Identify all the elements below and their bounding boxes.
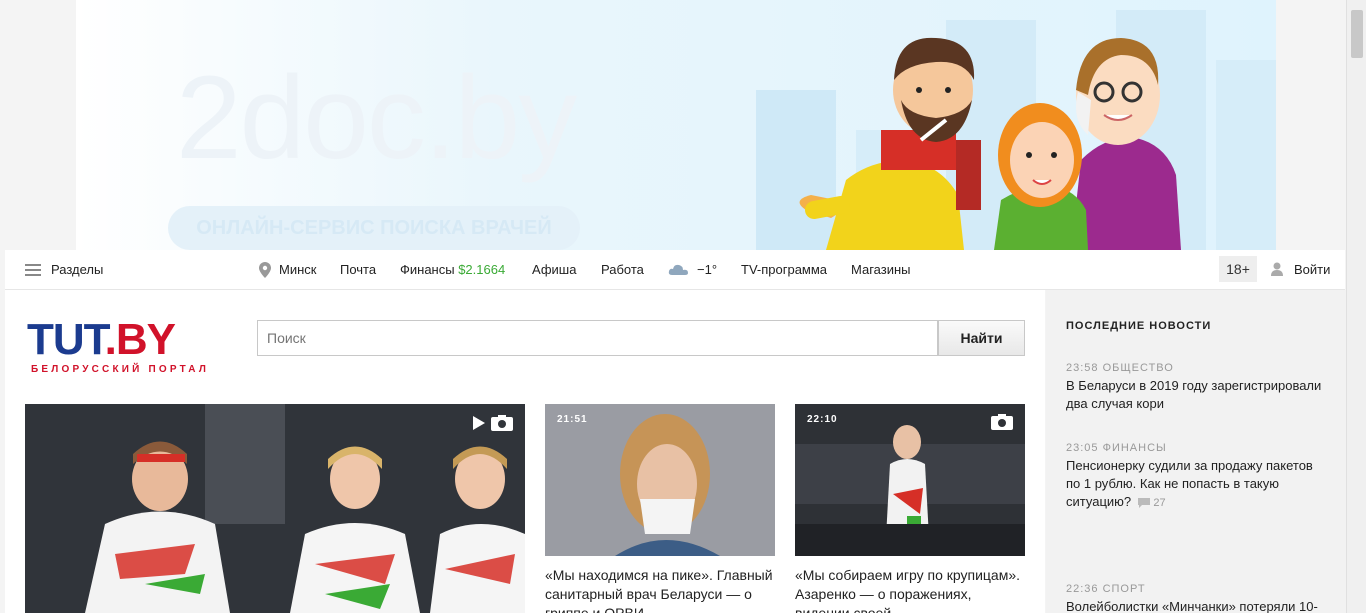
nav-mail[interactable]: Почта (340, 262, 376, 277)
comment-count: 27 (1153, 497, 1166, 509)
comment-icon (1137, 497, 1150, 508)
news-title-text: Пенсионерку судили за продажу пакетов по… (1066, 458, 1313, 509)
ad-banner[interactable]: 2doc.by ОНЛАЙН-СЕРВИС ПОИСКА ВРАЧЕЙ (76, 0, 1276, 250)
news-item[interactable]: 23:05 ФИНАНСЫ Пенсионерку судили за прод… (1066, 442, 1330, 512)
top-nav: Разделы Минск Почта Финансы $2.1664 Афиш… (5, 250, 1345, 290)
nav-afisha[interactable]: Афиша (532, 262, 576, 277)
scrollbar-thumb[interactable] (1351, 10, 1363, 58)
login-link[interactable]: Войти (1294, 262, 1330, 277)
page-scrollbar[interactable] (1346, 0, 1366, 613)
story-card-2-time: 22:10 (807, 414, 838, 425)
logo-part2: .BY (104, 315, 176, 364)
story-card-1-title[interactable]: «Мы находимся на пике». Главный санитарн… (545, 566, 775, 613)
camera-icon (991, 414, 1013, 430)
story-card-1-image (545, 404, 775, 556)
nav-finance-label: Финансы (400, 262, 455, 277)
location-pin-icon (259, 262, 271, 278)
story-card-2-photo[interactable]: 22:10 (795, 404, 1025, 556)
latest-news-heading: ПОСЛЕДНИЕ НОВОСТИ (1066, 320, 1212, 332)
news-title[interactable]: Пенсионерку судили за продажу пакетов по… (1066, 457, 1330, 512)
nav-sections[interactable]: Разделы (51, 262, 103, 277)
page: 2doc.by ОНЛАЙН-СЕРВИС ПОИСКА ВРАЧЕЙ Разд… (0, 0, 1366, 613)
nav-shops[interactable]: Магазины (851, 262, 911, 277)
video-camera-icons (473, 415, 513, 431)
main-story-image (25, 404, 525, 613)
news-meta: 23:05 ФИНАНСЫ (1066, 442, 1167, 454)
logo-part1: TUT (27, 315, 106, 364)
site-logo[interactable]: TUT.BY БЕЛОРУССКИЙ ПОРТАЛ (27, 318, 237, 376)
main-content: TUT.BY БЕЛОРУССКИЙ ПОРТАЛ Найти (5, 290, 1045, 613)
story-card-2-title[interactable]: «Мы собираем игру по крупицам». Азаренко… (795, 566, 1025, 613)
news-meta: 23:58 ОБЩЕСТВО (1066, 362, 1174, 374)
search-button[interactable]: Найти (938, 320, 1025, 356)
user-icon[interactable] (1271, 262, 1283, 276)
latest-news-sidebar: ПОСЛЕДНИЕ НОВОСТИ 23:58 ОБЩЕСТВО В Белар… (1046, 290, 1346, 613)
news-title[interactable]: Волейболистки «Минчанки» потеряли 10- (1066, 598, 1330, 613)
logo-mark: TUT.BY (27, 318, 237, 362)
news-title[interactable]: В Беларуси в 2019 году зарегистрировали … (1066, 377, 1330, 413)
ad-brand: 2doc.by (176, 52, 577, 184)
news-item[interactable]: 22:36 СПОРТ Волейболистки «Минчанки» пот… (1066, 583, 1330, 613)
menu-icon[interactable] (25, 264, 41, 276)
weather-cloud-icon[interactable] (668, 261, 690, 277)
nav-weather[interactable]: −1° (697, 262, 717, 277)
logo-subtitle: БЕЛОРУССКИЙ ПОРТАЛ (31, 364, 210, 375)
nav-city[interactable]: Минск (279, 262, 316, 277)
nav-finance-value: $2.1664 (458, 262, 506, 277)
nav-finance[interactable]: Финансы $2.1664 (400, 262, 505, 277)
search-input[interactable] (257, 320, 938, 356)
age-rating-badge: 18+ (1219, 256, 1257, 282)
story-card-1-time: 21:51 (557, 414, 588, 425)
news-meta: 22:36 СПОРТ (1066, 583, 1146, 595)
ad-illustration (756, 10, 1276, 250)
main-story-photo[interactable] (25, 404, 525, 613)
nav-tv[interactable]: TV-программа (741, 262, 827, 277)
story-card-1-photo[interactable]: 21:51 (545, 404, 775, 556)
ad-tagline: ОНЛАЙН-СЕРВИС ПОИСКА ВРАЧЕЙ (168, 206, 580, 250)
nav-work[interactable]: Работа (601, 262, 644, 277)
news-item[interactable]: 23:58 ОБЩЕСТВО В Беларуси в 2019 году за… (1066, 362, 1330, 413)
